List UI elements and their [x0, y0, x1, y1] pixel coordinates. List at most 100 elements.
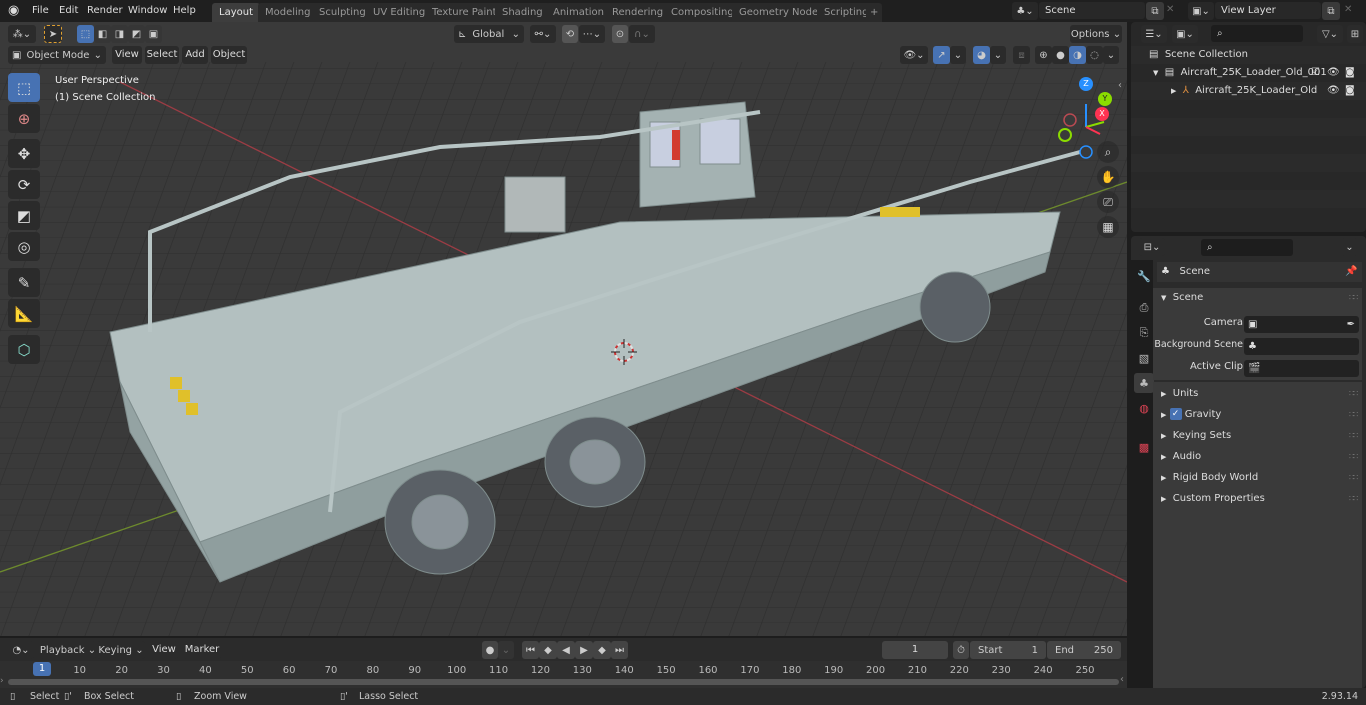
pin-icon[interactable]: 📌 [1345, 262, 1357, 282]
select-mode-extend-icon[interactable]: ◧ [94, 25, 111, 43]
next-keyframe-icon[interactable]: ◆ [593, 641, 611, 659]
add-workspace-button[interactable]: + [866, 3, 883, 22]
editor-type-button[interactable]: ⁂⌄ [8, 25, 36, 43]
menu-help[interactable]: Help [173, 0, 196, 22]
drag-handle-icon[interactable]: ∷∷ [1349, 405, 1358, 425]
tool-rotate[interactable]: ⟳ [8, 170, 40, 199]
proportional-edit-icon[interactable]: ⊙ [612, 25, 628, 43]
new-scene-icon[interactable]: ⧉ [1146, 2, 1164, 20]
select-mode-new-icon[interactable]: ⬚ [77, 25, 94, 43]
scene-panel-header[interactable]: ▼ Scene ∷∷ [1153, 288, 1362, 308]
transform-orientation-dropdown[interactable]: ⊾ Global ⌄ [454, 25, 524, 43]
pivot-point-icon[interactable]: ⚯⌄ [530, 25, 556, 43]
panel-custom-properties[interactable]: ▶ Custom Properties ∷∷ [1153, 489, 1362, 509]
tool-select-icon[interactable]: ➤ [44, 25, 62, 43]
panel-keying-sets[interactable]: ▶ Keying Sets ∷∷ [1153, 426, 1362, 446]
shading-wireframe-icon[interactable]: ⊕ [1035, 46, 1052, 64]
eyedropper-icon[interactable]: ✒ [1347, 316, 1355, 333]
auto-keying-record-icon[interactable]: ● [482, 641, 498, 659]
drag-handle-icon[interactable]: ∷∷ [1349, 468, 1358, 488]
expand-channels-icon[interactable]: › [0, 676, 4, 686]
panel-audio[interactable]: ▶ Audio ∷∷ [1153, 447, 1362, 467]
outliner-row-scene-collection[interactable]: ▤ Scene Collection [1131, 46, 1366, 64]
active-clip-field[interactable]: 🎬 [1244, 360, 1359, 377]
scene-tab-icon[interactable]: ♣ [1134, 373, 1154, 393]
scene-type-icon[interactable]: ♣⌄ [1012, 2, 1038, 20]
tool-cursor[interactable]: ⊕ [8, 104, 40, 133]
gizmo-x-axis[interactable]: X [1095, 107, 1109, 121]
timeline-menu-view[interactable]: View [150, 641, 178, 659]
tab-compositing[interactable]: Compositing [664, 3, 741, 22]
gizmo-z-axis[interactable]: Z [1079, 77, 1093, 91]
tool-select-box[interactable]: ⬚ [8, 73, 40, 102]
jump-to-start-icon[interactable]: ⏮ [522, 641, 539, 659]
filter-icon[interactable]: ▽⌄ [1317, 25, 1343, 43]
scene-selector[interactable]: Scene [1039, 2, 1145, 19]
tab-texture-paint[interactable]: Texture Paint [425, 3, 504, 22]
tab-sculpting[interactable]: Sculpting [312, 3, 373, 22]
panel-gravity[interactable]: ▶ ✓ Gravity ∷∷ [1153, 405, 1362, 425]
pan-view-hand-icon[interactable]: ✋ [1097, 166, 1119, 188]
background-scene-field[interactable]: ♣ [1244, 338, 1359, 355]
gizmo-dropdown-icon[interactable]: ⌄ [950, 46, 966, 64]
playhead-frame[interactable]: 1 [33, 662, 51, 676]
play-reverse-icon[interactable]: ◀ [557, 641, 575, 659]
display-mode-icon[interactable]: ☰⌄ [1141, 25, 1167, 43]
snap-toggle-icon[interactable]: ⟲ [562, 25, 578, 43]
camera-field[interactable]: ▣ ✒ [1244, 316, 1359, 333]
3d-viewport[interactable]: ⁂⌄ ➤ ⬚ ◧ ◨ ◩ ▣ ⊾ Global ⌄ ⚯⌄ ⟲ ⋯⌄ ⊙ ∩⌄ O… [0, 22, 1127, 636]
menu-edit[interactable]: Edit [59, 0, 78, 22]
render-tab-icon[interactable]: ⎙ [1134, 298, 1154, 318]
jump-to-end-icon[interactable]: ⏭ [611, 641, 628, 659]
play-icon[interactable]: ▶ [575, 641, 593, 659]
expand-down-icon[interactable]: ▼ [1153, 69, 1158, 77]
expand-right-icon[interactable]: ▶ [1171, 87, 1176, 95]
tab-shading[interactable]: Shading [495, 3, 550, 22]
shading-dropdown-icon[interactable]: ⌄ [1103, 46, 1119, 64]
blender-logo-icon[interactable]: ◉ [8, 3, 19, 18]
eye-visibility-icon[interactable]: 👁 [1327, 82, 1340, 100]
tab-animation[interactable]: Animation [546, 3, 611, 22]
snap-target-icon[interactable]: ⋯⌄ [579, 25, 605, 43]
menu-render[interactable]: Render [87, 0, 123, 22]
panel-units[interactable]: ▶ Units ∷∷ [1153, 384, 1362, 404]
select-mode-intersect-icon[interactable]: ▣ [145, 25, 162, 43]
drag-handle-icon[interactable]: ∷∷ [1349, 288, 1358, 308]
shading-material-icon[interactable]: ◑ [1069, 46, 1086, 64]
eye-visibility-icon[interactable]: 👁 [1327, 64, 1340, 82]
tool-measure[interactable]: 📐 [8, 299, 40, 328]
mode-dropdown[interactable]: ▣ Object Mode ⌄ [8, 46, 106, 64]
menu-window[interactable]: Window [128, 0, 167, 22]
keying-dropdown[interactable]: Keying ⌄ [97, 641, 145, 659]
tab-modeling[interactable]: Modeling [258, 3, 318, 22]
options-dropdown-icon[interactable]: ⌄ [1341, 238, 1358, 256]
drag-handle-icon[interactable]: ∷∷ [1349, 384, 1358, 404]
menu-object[interactable]: Object [211, 46, 247, 64]
overlay-toggle-icon[interactable]: ◕ [973, 46, 990, 64]
texture-tab-icon[interactable]: ▩ [1134, 437, 1154, 457]
select-mode-invert-icon[interactable]: ◩ [128, 25, 145, 43]
drag-handle-icon[interactable]: ∷∷ [1349, 447, 1358, 467]
menu-add[interactable]: Add [182, 46, 208, 64]
view-layer-tab-icon[interactable]: ▧ [1134, 348, 1154, 368]
options-dropdown[interactable]: Options ⌄ [1070, 25, 1122, 43]
collapse-sidebar-icon[interactable]: ‹ [1120, 674, 1124, 685]
current-frame-field[interactable]: 1 [882, 641, 948, 659]
falloff-icon[interactable]: ∩⌄ [629, 25, 655, 43]
new-collection-icon[interactable]: ⊞ [1347, 25, 1363, 43]
outliner-row-object[interactable]: ▶ ⅄ Aircraft_25K_Loader_Old 👁 ◙ [1131, 82, 1366, 100]
overlay-dropdown-icon[interactable]: ⌄ [990, 46, 1006, 64]
view-layer-icon[interactable]: ▣⌄ [1188, 2, 1214, 20]
view-layer-selector[interactable]: View Layer [1215, 2, 1321, 19]
drag-handle-icon[interactable]: ∷∷ [1349, 426, 1358, 446]
exclude-checkbox-icon[interactable]: ☑ [1311, 64, 1320, 82]
playback-dropdown[interactable]: Playback ⌄ [40, 641, 96, 659]
shading-rendered-icon[interactable]: ◌ [1086, 46, 1103, 64]
select-mode-subtract-icon[interactable]: ◨ [111, 25, 128, 43]
timeline-scrollbar[interactable] [8, 679, 1119, 685]
delete-scene-icon[interactable]: ✕ [1166, 4, 1174, 15]
timeline-editor-type-icon[interactable]: ◔⌄ [8, 641, 34, 659]
ortho-toggle-grid-icon[interactable]: ▦ [1097, 216, 1119, 238]
prev-keyframe-icon[interactable]: ◆ [539, 641, 557, 659]
delete-view-layer-icon[interactable]: ✕ [1344, 4, 1352, 15]
